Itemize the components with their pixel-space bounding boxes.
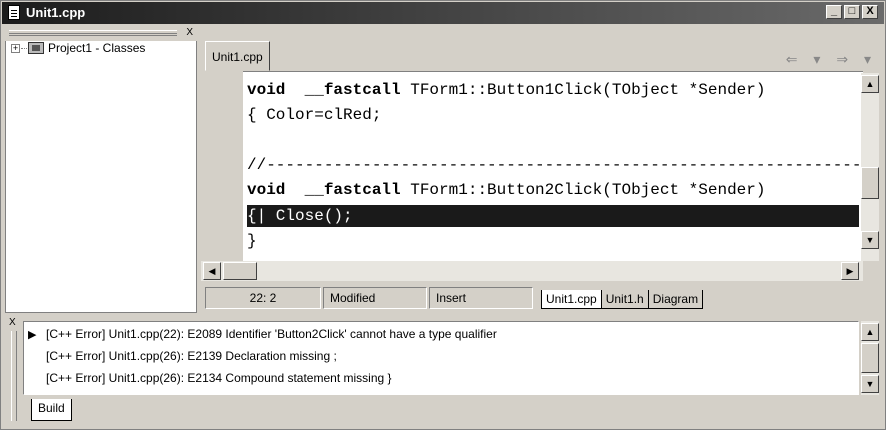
window-title: Unit1.cpp [26,5,86,20]
tree-connector [21,47,27,49]
modified-indicator: Modified [323,287,427,309]
grip-bar [11,331,17,421]
tab-build[interactable]: Build [31,399,72,421]
code-line[interactable]: //--------------------------------------… [247,154,859,176]
insert-mode-indicator: Insert [429,287,533,309]
current-message-arrow-icon: ▶ [28,329,37,341]
code-line[interactable]: void __fastcall TForm1::Button1Click(TOb… [247,79,859,101]
message-panel-grip[interactable]: X [7,317,21,425]
message-item[interactable]: [C++ Error] Unit1.cpp(26): E2134 Compoun… [46,368,392,388]
document-icon [8,5,20,20]
scroll-left-icon[interactable]: ◀ [203,262,221,280]
tab-unit1-h-view[interactable]: Unit1.h [600,290,649,309]
title-bar[interactable]: Unit1.cpp _ □ X [2,2,884,24]
hscroll-thumb[interactable] [223,262,257,280]
message-panel-close-icon[interactable]: X [9,317,16,328]
tab-unit1-cpp[interactable]: Unit1.cpp [205,41,270,71]
scroll-up-icon[interactable]: ▲ [861,323,879,341]
tab-unit1-cpp-view[interactable]: Unit1.cpp [541,290,602,309]
class-explorer-panel [5,27,197,313]
cursor-position: 22: 2 [205,287,321,309]
message-item[interactable]: [C++ Error] Unit1.cpp(26): E2139 Declara… [46,346,337,366]
maximize-button[interactable]: □ [844,5,860,19]
code-line-selected[interactable]: {| Close(); [247,205,859,227]
code-line[interactable] [247,129,859,151]
tree-item-project-classes[interactable]: + Project1 - Classes [11,41,145,55]
minimize-button[interactable]: _ [826,5,842,19]
code-line[interactable]: { Color=clRed; [247,104,859,126]
editor-vertical-scrollbar[interactable]: ▲ ▼ [861,73,879,261]
editor-horizontal-scrollbar[interactable]: ◀ ▶ [201,261,863,281]
class-explorer-close-icon[interactable]: X [186,27,193,38]
message-panel: X ▶ [C++ Error] Unit1.cpp(22): E2089 Ide… [5,317,883,427]
expand-icon[interactable]: + [11,43,20,53]
scroll-thumb[interactable] [861,167,879,199]
message-item[interactable]: [C++ Error] Unit1.cpp(22): E2089 Identif… [46,324,497,344]
scroll-thumb[interactable] [861,343,879,373]
forward-arrow-icon[interactable]: ⇒ ▾ [836,51,877,67]
file-view-tabs: Unit1.cpp Unit1.h Diagram [541,285,704,309]
history-nav: ⇐ ▾ ⇒ ▾ [786,51,877,68]
tab-diagram-view[interactable]: Diagram [647,290,704,309]
back-arrow-icon[interactable]: ⇐ ▾ [786,51,827,67]
scroll-right-icon[interactable]: ▶ [841,262,859,280]
ide-window: Unit1.cpp _ □ X X + Project1 - Classes U… [0,0,886,430]
code-line[interactable]: } [247,230,859,252]
scroll-down-icon[interactable]: ▼ [861,375,879,393]
scroll-up-icon[interactable]: ▲ [861,75,879,93]
window-controls: _ □ X [826,5,878,19]
message-scrollbar[interactable]: ▲ ▼ [861,321,879,395]
class-explorer-grip[interactable]: X [5,27,197,41]
scroll-down-icon[interactable]: ▼ [861,231,879,249]
editor-tabstrip: Unit1.cpp ⇐ ▾ ⇒ ▾ [201,27,883,71]
project-icon [28,42,44,54]
editor-gutter [201,71,243,261]
code-line[interactable]: void __fastcall TForm1::Button2Click(TOb… [247,179,859,201]
close-button[interactable]: X [862,5,878,19]
editor-status-bar: 22: 2 Modified Insert Unit1.cpp Unit1.h … [201,285,883,311]
message-list[interactable]: ▶ [C++ Error] Unit1.cpp(22): E2089 Ident… [23,321,859,395]
grip-lines [9,30,177,36]
tree-item-label: Project1 - Classes [48,41,146,55]
